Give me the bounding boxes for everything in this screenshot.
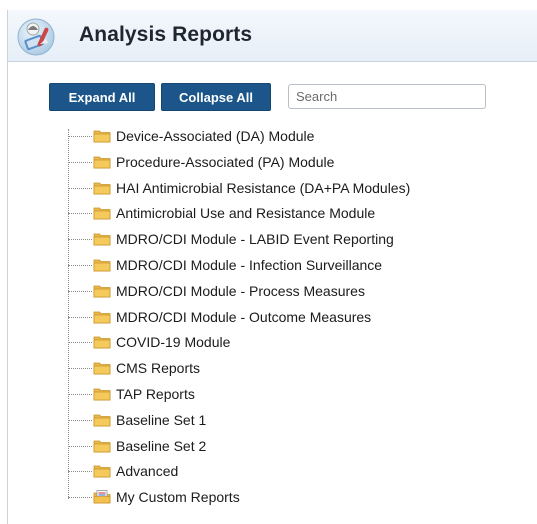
- tree-item-label: MDRO/CDI Module - Infection Surveillance: [116, 257, 383, 273]
- expand-all-button[interactable]: Expand All: [49, 83, 155, 111]
- folder-icon: [93, 440, 111, 452]
- tree-item-label: Procedure-Associated (PA) Module: [116, 153, 335, 170]
- folder-icon: [93, 233, 111, 246]
- tree-connector: [63, 151, 93, 173]
- tree-item[interactable]: MDRO/CDI Module - Process Measures: [63, 280, 365, 302]
- tree-item-label: HAI Antimicrobial Resistance (DA+PA Modu…: [116, 179, 411, 196]
- folder-icon: [93, 388, 111, 401]
- page-title: Analysis Reports: [79, 23, 253, 46]
- folder-icon: [93, 414, 111, 427]
- tree-item-label: COVID-19 Module: [116, 334, 231, 351]
- report-panel: Analysis Reports Expand All Collapse All…: [7, 10, 537, 524]
- custom-reports-folder-icon: [93, 490, 111, 504]
- tree-item[interactable]: CMS Reports: [63, 357, 200, 379]
- tree-item-label: MDRO/CDI Module - LABID Event Reporting: [116, 231, 394, 248]
- folder-icon: [93, 285, 111, 298]
- tree-item-label: Device-Associated (DA) Module: [116, 128, 315, 144]
- tree-item-label: CMS Reports: [116, 360, 201, 377]
- tree-item[interactable]: TAP Reports: [63, 383, 195, 405]
- tree-connector: [63, 435, 93, 457]
- tree-item[interactable]: Baseline Set 2: [63, 435, 206, 457]
- tree-connector: [63, 280, 93, 302]
- tree-connector: [63, 486, 93, 508]
- tree-item[interactable]: MDRO/CDI Module - Outcome Measures: [63, 306, 371, 328]
- tree-item-label: MDRO/CDI Module - Process Measures: [116, 282, 365, 299]
- collapse-all-button[interactable]: Collapse All: [161, 83, 271, 111]
- tree-item-label: TAP Reports: [116, 386, 195, 402]
- folder-icon: [93, 259, 111, 272]
- folder-icon: [93, 156, 111, 169]
- tree-item-label: My Custom Reports: [116, 489, 240, 506]
- tree-item[interactable]: Antimicrobial Use and Resistance Module: [63, 202, 375, 224]
- tree-item-label: Antimicrobial Use and Resistance Module: [116, 205, 376, 222]
- tree-connector: [63, 331, 93, 353]
- tree-item-label: Baseline Set 2: [116, 437, 207, 454]
- tree-item[interactable]: HAI Antimicrobial Resistance (DA+PA Modu…: [63, 177, 410, 199]
- tree-connector: [63, 306, 93, 328]
- tree-item[interactable]: MDRO/CDI Module - Infection Surveillance: [63, 254, 382, 276]
- tree-item[interactable]: My Custom Reports: [63, 486, 240, 508]
- folder-icon: [93, 362, 111, 375]
- panel-header: Analysis Reports: [8, 10, 537, 62]
- folder-icon: [93, 311, 111, 323]
- analysis-reports-icon: [17, 18, 55, 56]
- search-input[interactable]: [288, 84, 486, 109]
- tree-connector: [63, 125, 93, 147]
- tree-connector: [63, 254, 93, 276]
- tree-connector: [63, 383, 93, 405]
- folder-icon: [93, 207, 111, 220]
- tree-connector: [63, 460, 93, 482]
- folder-icon: [93, 130, 111, 143]
- folder-icon: [93, 465, 111, 478]
- tree-connector: [63, 177, 93, 199]
- tree-item[interactable]: Device-Associated (DA) Module: [63, 125, 314, 147]
- tree-item-label: Baseline Set 1: [116, 411, 207, 428]
- folder-icon: [93, 336, 111, 349]
- tree-item[interactable]: MDRO/CDI Module - LABID Event Reporting: [63, 228, 394, 250]
- tree-connector: [63, 228, 93, 250]
- tree-connector: [63, 357, 93, 379]
- tree-item-label: MDRO/CDI Module - Outcome Measures: [116, 308, 372, 325]
- tree-connector: [63, 409, 93, 431]
- tree-item-label: Advanced: [116, 463, 179, 480]
- tree-connector: [63, 202, 93, 224]
- tree-item[interactable]: COVID-19 Module: [63, 331, 230, 353]
- tree-item[interactable]: Procedure-Associated (PA) Module: [63, 151, 334, 173]
- tree-item[interactable]: Baseline Set 1: [63, 409, 206, 431]
- folder-icon: [93, 182, 111, 194]
- tree-item[interactable]: Advanced: [63, 460, 178, 482]
